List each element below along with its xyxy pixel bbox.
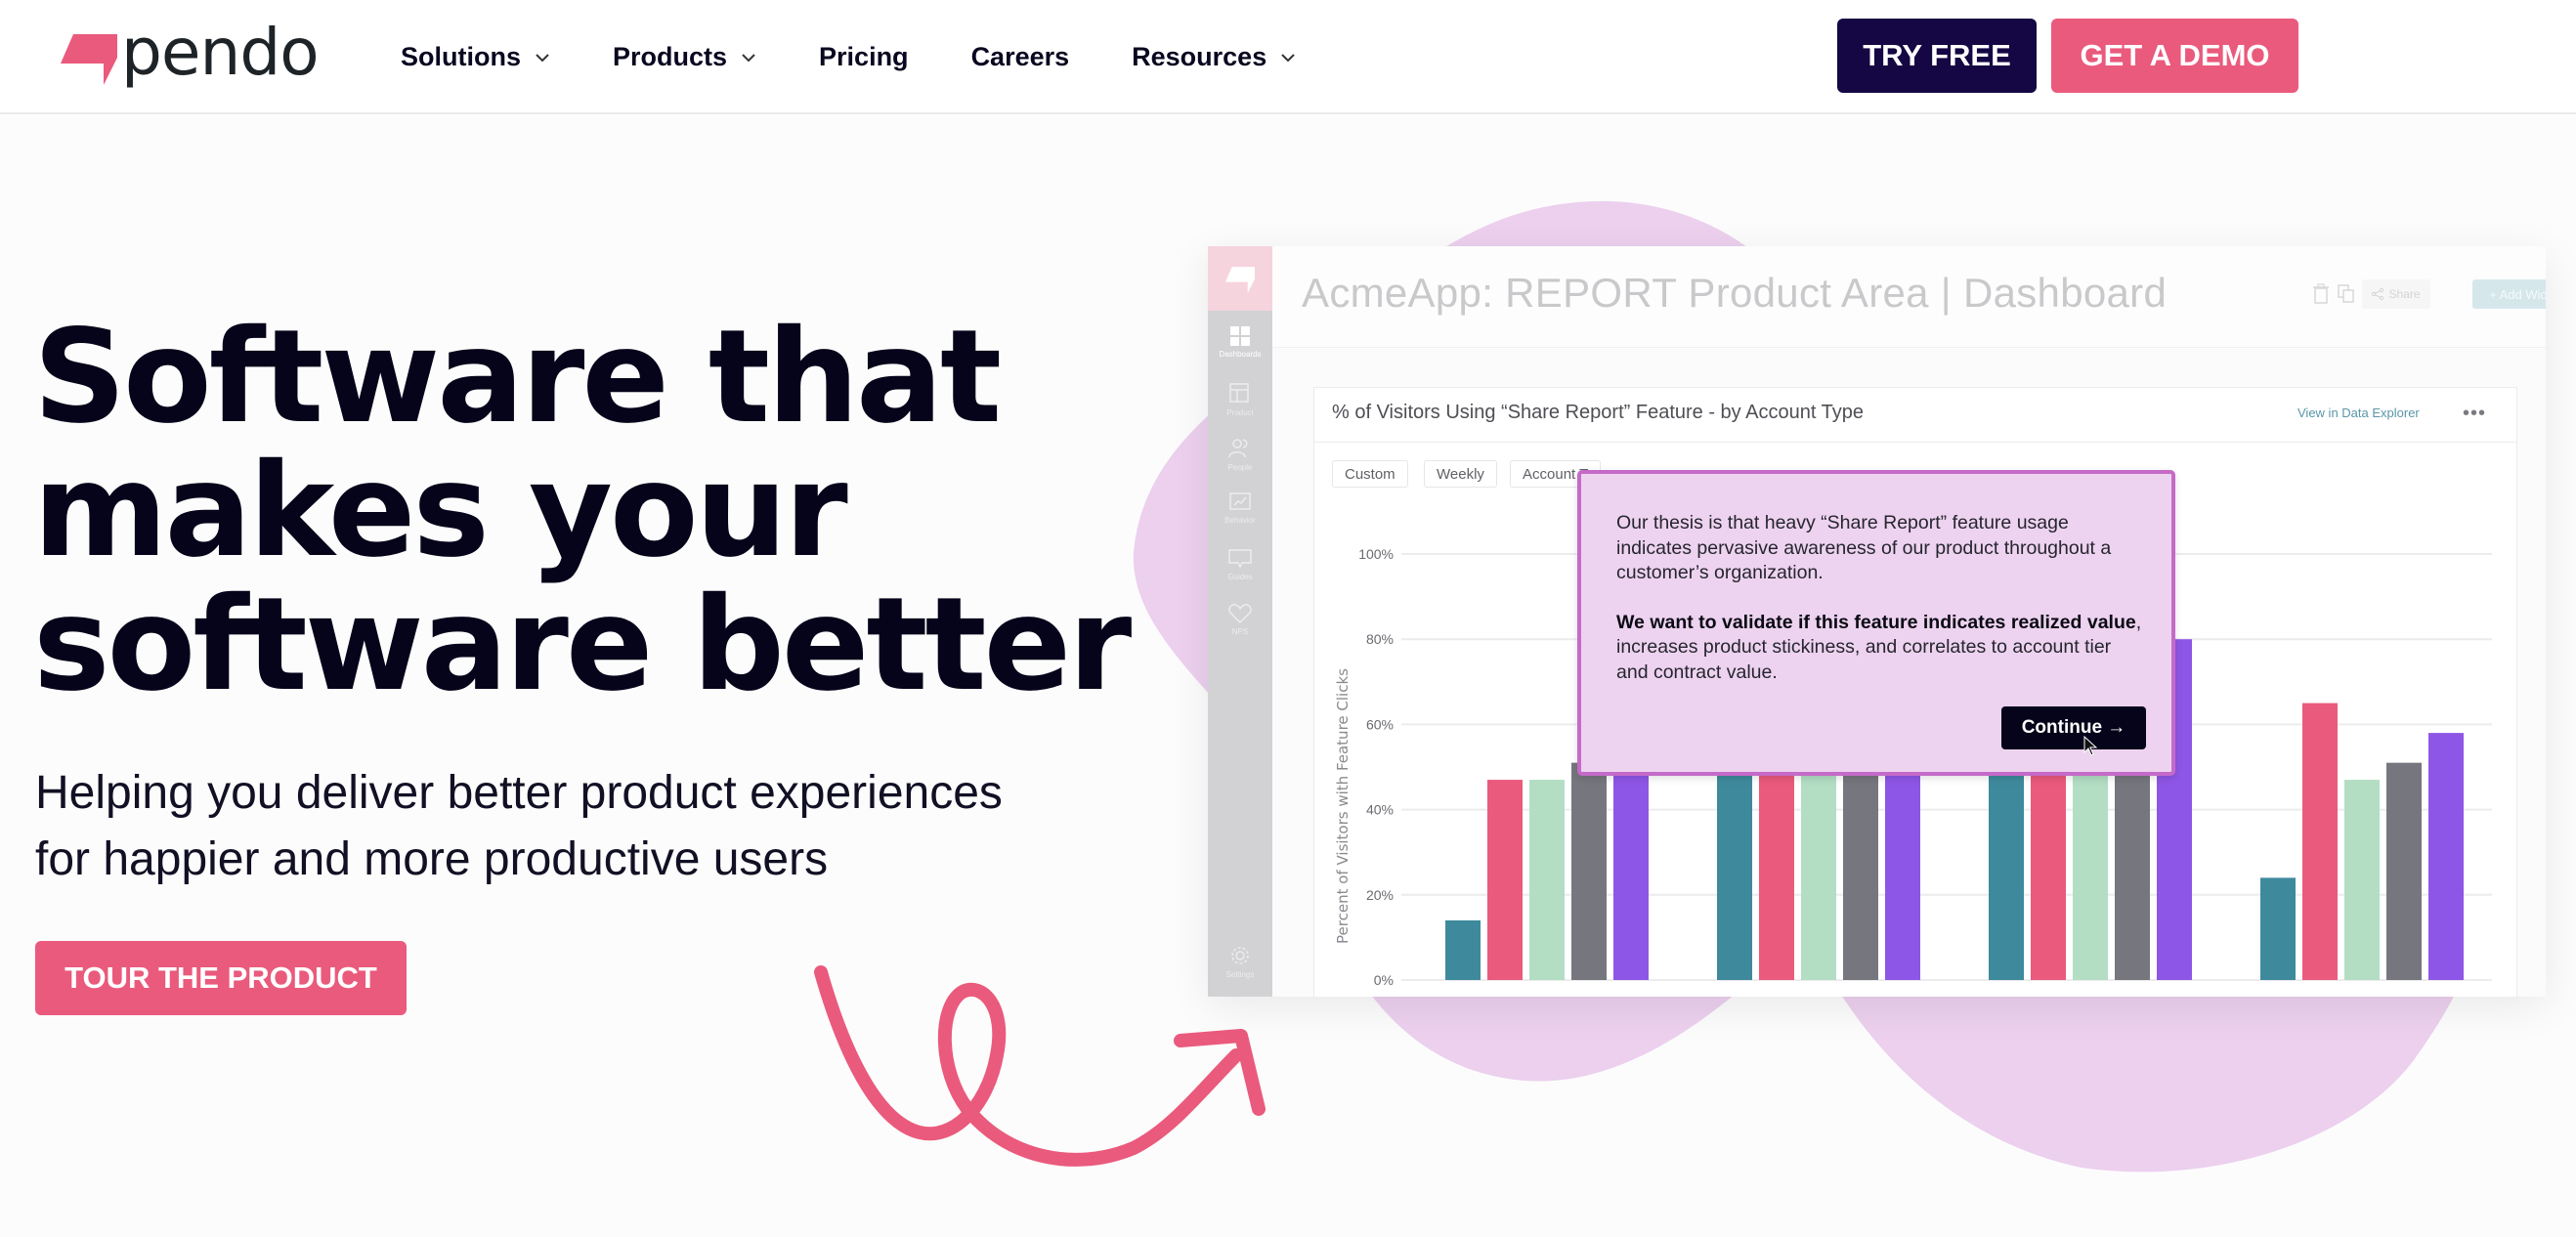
get-a-demo-button[interactable]: GET A DEMO [2051, 19, 2298, 93]
nav-item-solutions[interactable]: Solutions [401, 42, 550, 72]
add-widget-button[interactable]: + Add Widget [2472, 279, 2546, 309]
headline-line: makes your [33, 436, 848, 586]
headline-line: Software that [33, 302, 1002, 452]
sidebar-item-label: NPS [1231, 627, 1249, 636]
subhead-line: Helping you deliver better product exper… [35, 767, 1003, 819]
chevron-down-icon [742, 53, 755, 62]
nav-item-pricing[interactable]: Pricing [819, 42, 909, 72]
chevron-down-icon [1281, 53, 1295, 62]
heart-icon [1228, 604, 1252, 623]
dashboard-header: AcmeApp: REPORT Product Area | Dashboard… [1272, 246, 2546, 348]
nav-item-label: Products [613, 42, 728, 71]
sidebar-item-people[interactable]: People [1208, 438, 1272, 472]
guide-paragraph-2: We want to validate if this feature indi… [1616, 611, 2144, 686]
logo-text: pendo [121, 15, 320, 90]
trash-icon[interactable] [2312, 283, 2330, 305]
top-nav: pendo Solutions Products Pricing Careers… [0, 0, 2576, 114]
sidebar-item-behavior[interactable]: Behavior [1208, 492, 1272, 525]
sidebar-item-label: People [1227, 463, 1253, 472]
people-icon [1228, 439, 1248, 458]
pendo-logo-mark-icon [61, 34, 117, 85]
nav-links: Solutions Products Pricing Careers Resou… [401, 0, 1358, 114]
nav-item-label: Resources [1132, 42, 1267, 71]
try-free-button[interactable]: TRY FREE [1837, 19, 2037, 93]
copy-icon[interactable] [2338, 283, 2355, 305]
more-options-icon[interactable]: ••• [2463, 403, 2486, 425]
app-sidebar: Dashboards Product People Behavior Guide… [1208, 246, 1272, 997]
guide-popup: Our thesis is that heavy “Share Report” … [1577, 470, 2175, 776]
sidebar-item-settings[interactable]: Settings [1208, 945, 1272, 979]
widget-header: % of Visitors Using “Share Report” Featu… [1314, 388, 2516, 443]
guides-message-icon [1228, 549, 1252, 569]
filter-chip-weekly[interactable]: Weekly [1424, 460, 1497, 488]
continue-button[interactable]: Continue → [2001, 706, 2146, 749]
headline-line: software better [33, 570, 1132, 720]
nav-item-label: Pricing [819, 42, 909, 71]
product-icon [1229, 383, 1249, 403]
tour-the-product-button[interactable]: TOUR THE PRODUCT [35, 941, 407, 1015]
widget-title: % of Visitors Using “Share Report” Featu… [1332, 402, 1864, 423]
subhead-line: for happier and more productive users [35, 833, 829, 885]
guide-paragraph-1: Our thesis is that heavy “Share Report” … [1616, 512, 2112, 583]
sidebar-item-product[interactable]: Product [1208, 383, 1272, 417]
sidebar-item-label: Guides [1227, 573, 1253, 581]
gear-icon [1231, 947, 1249, 964]
sidebar-item-label: Settings [1225, 970, 1255, 979]
sidebar-item-label: Behavior [1224, 516, 1256, 525]
curly-arrow-icon [814, 965, 1266, 1167]
nav-item-label: Careers [970, 42, 1070, 71]
sidebar-item-label: Product [1226, 408, 1254, 417]
hero-headline: Software that makes your software better [33, 311, 1206, 712]
dashboard-title: AcmeApp: REPORT Product Area | Dashboard [1302, 270, 2168, 316]
guide-paragraph-2-bold: We want to validate if this feature indi… [1616, 611, 2136, 633]
filter-chip-custom[interactable]: Custom [1332, 460, 1408, 488]
pendo-logo[interactable]: pendo [61, 15, 320, 92]
guide-popup-text: Our thesis is that heavy “Share Report” … [1616, 511, 2144, 685]
hero-subheadline: Helping you deliver better product exper… [35, 760, 1208, 893]
chevron-down-icon [536, 53, 549, 62]
grid-icon [1230, 326, 1250, 346]
sidebar-item-guides[interactable]: Guides [1208, 549, 1272, 581]
mouse-cursor-icon [2083, 736, 2098, 756]
nav-item-label: Solutions [401, 42, 521, 71]
share-label: Share [2388, 287, 2421, 301]
nav-item-resources[interactable]: Resources [1132, 42, 1296, 72]
sidebar-item-label: Dashboards [1219, 350, 1262, 359]
share-icon [2372, 288, 2384, 300]
behavior-chart-icon [1229, 492, 1251, 510]
nav-item-careers[interactable]: Careers [971, 42, 1070, 72]
sidebar-item-nps[interactable]: NPS [1208, 604, 1272, 636]
sidebar-item-dashboards[interactable]: Dashboards [1208, 326, 1272, 359]
share-button[interactable]: Share [2362, 279, 2430, 309]
pendo-mark-icon [1225, 267, 1255, 293]
app-logo[interactable] [1208, 246, 1272, 311]
view-in-data-explorer-link[interactable]: View in Data Explorer [2297, 405, 2420, 420]
nav-item-products[interactable]: Products [613, 42, 756, 72]
